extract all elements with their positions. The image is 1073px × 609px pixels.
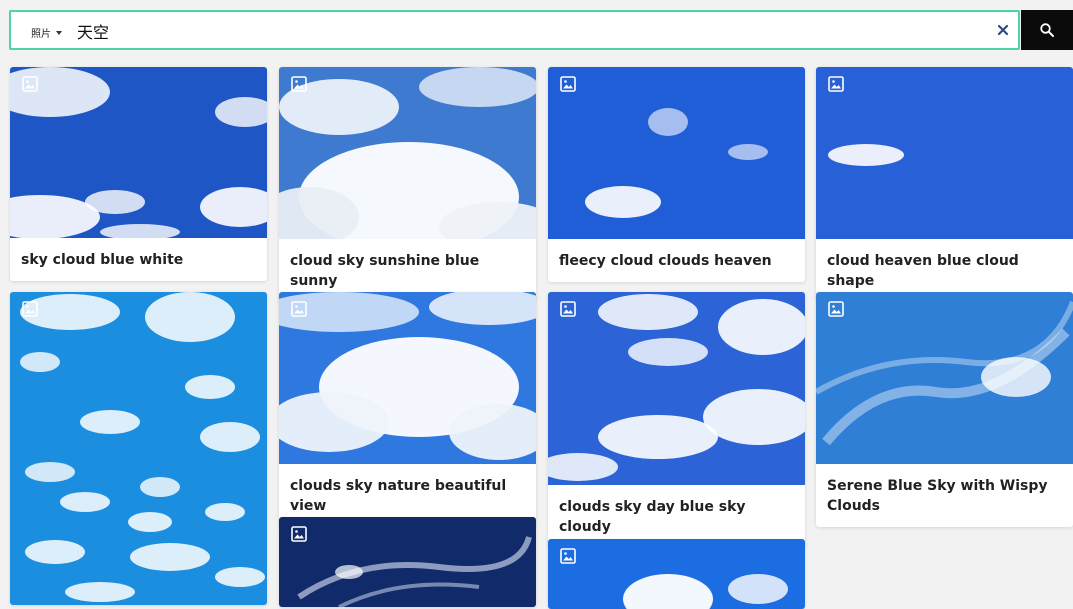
search-input[interactable]	[77, 19, 957, 43]
sky-photo	[548, 292, 805, 485]
image-icon	[560, 301, 576, 317]
result-thumbnail[interactable]	[816, 67, 1073, 239]
sky-photo	[816, 292, 1073, 464]
sky-photo	[548, 67, 805, 239]
image-icon	[560, 548, 576, 564]
image-icon	[291, 526, 307, 542]
image-icon	[22, 76, 38, 92]
result-card[interactable]: clouds sky nature beautiful view	[279, 292, 536, 527]
sky-photo	[10, 292, 267, 605]
close-icon	[997, 24, 1009, 36]
sky-photo	[816, 67, 1073, 239]
sky-photo	[279, 292, 536, 464]
search-icon	[1040, 23, 1054, 37]
result-thumbnail[interactable]	[816, 292, 1073, 464]
image-icon	[828, 76, 844, 92]
result-card[interactable]	[548, 539, 805, 609]
sky-photo	[10, 67, 267, 238]
result-thumbnail[interactable]	[279, 292, 536, 464]
result-card[interactable]: sky cloud blue white	[10, 67, 267, 281]
result-card[interactable]	[10, 292, 267, 605]
result-caption: sky cloud blue white	[21, 252, 184, 268]
result-thumbnail[interactable]	[548, 67, 805, 239]
media-type-dropdown[interactable]: 照片	[31, 25, 62, 40]
result-card[interactable]: fleecy cloud clouds heaven	[548, 67, 805, 282]
image-icon	[291, 301, 307, 317]
result-card[interactable]: cloud sky sunshine blue sunny	[279, 67, 536, 302]
sky-photo	[279, 517, 536, 607]
media-type-label: 照片	[31, 29, 51, 40]
image-icon	[22, 301, 38, 317]
result-thumbnail[interactable]	[10, 67, 267, 238]
result-thumbnail[interactable]	[279, 67, 536, 239]
result-thumbnail[interactable]	[10, 292, 267, 605]
sky-photo	[279, 67, 536, 239]
image-icon	[560, 76, 576, 92]
result-card[interactable]: clouds sky day blue sky cloudy	[548, 292, 805, 548]
result-thumbnail[interactable]	[548, 292, 805, 485]
clear-search-button[interactable]	[996, 23, 1010, 37]
result-caption: fleecy cloud clouds heaven	[559, 253, 772, 269]
result-caption: Serene Blue Sky with Wispy Clouds	[827, 478, 1048, 514]
sky-photo	[548, 539, 805, 609]
result-card[interactable]	[279, 517, 536, 607]
result-card[interactable]: cloud heaven blue cloud shape	[816, 67, 1073, 302]
chevron-down-icon	[56, 30, 62, 35]
result-card[interactable]: Serene Blue Sky with Wispy Clouds	[816, 292, 1073, 527]
search-bar: 照片	[9, 10, 1020, 50]
image-icon	[828, 301, 844, 317]
result-thumbnail[interactable]	[548, 539, 805, 609]
result-thumbnail[interactable]	[279, 517, 536, 607]
image-icon	[291, 76, 307, 92]
search-button[interactable]	[1021, 10, 1073, 50]
